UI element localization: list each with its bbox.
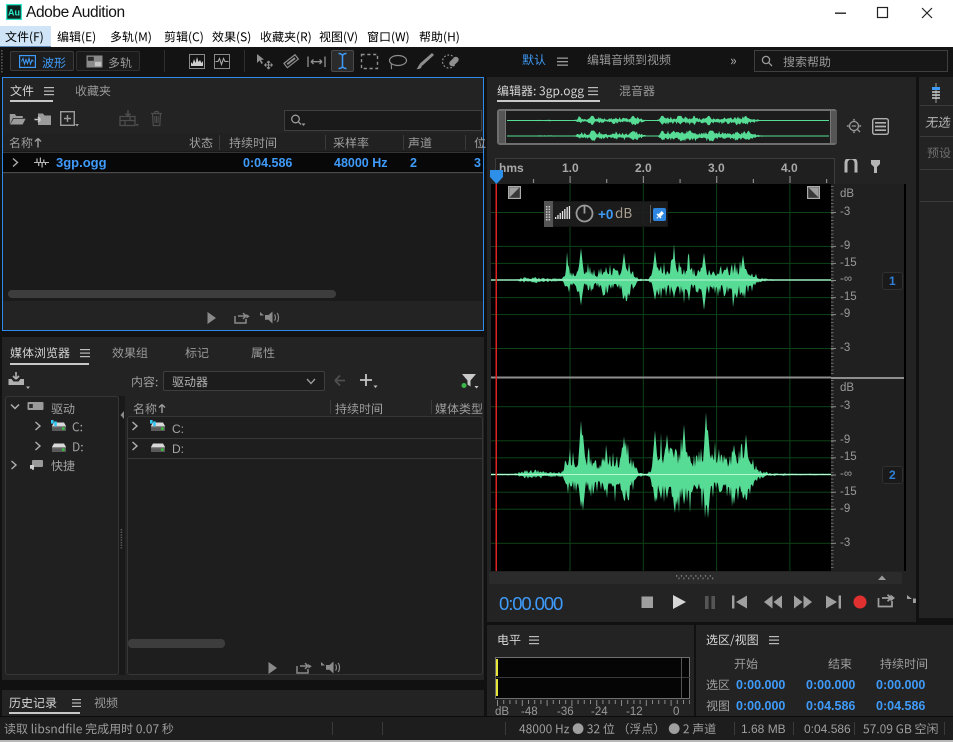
svg-text:Au: Au [8, 8, 20, 18]
